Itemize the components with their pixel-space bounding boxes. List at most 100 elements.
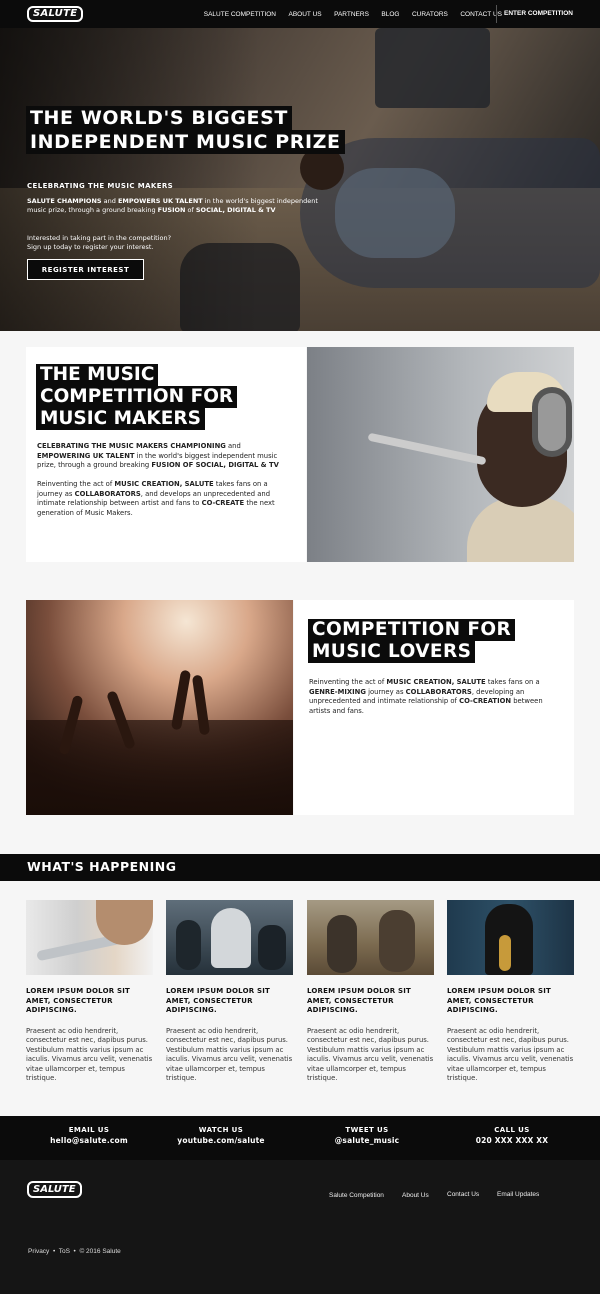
headphones-icon [532,387,572,457]
guitarist-figure [327,915,357,973]
rapper-figure [258,925,286,970]
hero-amp-image [375,28,490,108]
hero-ask: Interested in taking part in the competi… [27,234,227,251]
nav-link-partners[interactable]: PARTNERS [334,11,369,18]
nav-link-blog[interactable]: BLOG [381,11,399,18]
saxophonist-figure [379,910,415,972]
footer-link-contact-us[interactable]: Contact Us [447,1191,479,1198]
makers-p1-bold2: EMPOWERING UK TALENT [37,451,135,460]
hero-ask-line2: Sign up today to register your interest. [27,242,154,251]
lovers-title: COMPETITION FOR MUSIC LOVERS [308,619,516,663]
lovers-title-line2: MUSIC LOVERS [308,641,476,663]
nav-divider [496,5,497,23]
footer-link-email-updates[interactable]: Email Updates [497,1191,539,1198]
hero-ask-line1: Interested in taking part in the competi… [27,234,172,242]
article-title[interactable]: LOREM IPSUM DOLOR SIT AMET, CONSECTETUR … [166,987,293,1016]
lovers-p-bold3: COLLABORATORS [405,687,472,696]
contact-youtube[interactable]: WATCH US youtube.com/salute [151,1126,291,1145]
article-card[interactable]: LOREM IPSUM DOLOR SIT AMET, CONSECTETUR … [26,900,153,1084]
whats-happening-heading: WHAT'S HAPPENING [27,859,177,874]
makers-card: THE MUSIC COMPETITION FOR MUSIC MAKERS C… [26,347,306,562]
hero-subtitle: CELEBRATING THE MUSIC MAKERS [27,182,174,190]
contact-value[interactable]: hello@salute.com [19,1136,159,1145]
article-title[interactable]: LOREM IPSUM DOLOR SIT AMET, CONSECTETUR … [447,987,574,1016]
hero-overlay [0,28,260,331]
contact-email[interactable]: EMAIL US hello@salute.com [19,1126,159,1145]
hero-body-text1: and [101,197,118,205]
concert-crowd-image [26,600,293,815]
rapper-figure [211,908,251,968]
lovers-p-bold1: MUSIC CREATION, SALUTE [386,678,486,686]
separator: • [52,1248,56,1255]
contact-label: WATCH US [198,1126,244,1134]
nav-link-curators[interactable]: CURATORS [412,11,448,18]
makers-p2-bold3: CO-CREATE [201,499,245,507]
footer-legal: Privacy • ToS • © 2016 Salute [28,1248,121,1255]
hero-body-bold3: FUSION [157,206,186,214]
nav-links: SALUTE COMPETITION ABOUT US PARTNERS BLO… [191,0,502,28]
article-card[interactable]: LOREM IPSUM DOLOR SIT AMET, CONSECTETUR … [166,900,293,1084]
contact-label: EMAIL US [68,1126,110,1134]
contact-value[interactable]: 020 XXX XXX XX [442,1136,582,1145]
hero-title-line1: THE WORLD'S BIGGEST [26,106,292,130]
hero-body: SALUTE CHAMPIONS and EMPOWERS UK TALENT … [27,197,327,215]
makers-title-line1: THE MUSIC [36,364,159,386]
makers-title-line3: MUSIC MAKERS [36,408,205,430]
makers-title-line2: COMPETITION FOR [36,386,238,408]
lovers-p-bold4: CO-CREATION [459,697,512,705]
lovers-title-line1: COMPETITION FOR [308,619,516,641]
hero-shirt-image [335,168,455,258]
article-body: Praesent ac odio hendrerit, consectetur … [166,1026,293,1083]
footer-link-about-us[interactable]: About Us [402,1192,429,1199]
makers-paragraph1: CELEBRATING THE MUSIC MAKERS CHAMPIONING… [37,442,285,471]
tos-link[interactable]: ToS [59,1248,70,1255]
separator: • [73,1248,76,1255]
article-body: Praesent ac odio hendrerit, consectetur … [26,1026,153,1083]
makers-title: THE MUSIC COMPETITION FOR MUSIC MAKERS [36,364,238,430]
makers-paragraph2: Reinventing the act of MUSIC CREATION, S… [37,480,285,518]
article-body: Praesent ac odio hendrerit, consectetur … [447,1026,574,1083]
contact-value[interactable]: youtube.com/salute [151,1136,291,1145]
lovers-p-text2: takes fans on a [485,678,540,686]
nav-link-about-us[interactable]: ABOUT US [289,11,322,18]
article-title[interactable]: LOREM IPSUM DOLOR SIT AMET, CONSECTETUR … [26,987,153,1016]
rappers-image[interactable] [166,900,293,975]
copyright: © 2016 Salute [79,1248,121,1255]
enter-competition-link[interactable]: ENTER COMPETITION [504,0,573,28]
hero-body-text3: of [185,206,196,214]
saxophone-icon [499,935,511,971]
lovers-paragraph: Reinventing the act of MUSIC CREATION, S… [309,678,549,716]
footer: SALUTE Salute Competition About Us Conta… [0,1160,600,1294]
article-card[interactable]: LOREM IPSUM DOLOR SIT AMET, CONSECTETUR … [307,900,434,1084]
contact-bar: EMAIL US hello@salute.com WATCH US youtu… [0,1116,600,1160]
privacy-link[interactable]: Privacy [28,1248,49,1255]
makers-p2-bold1: MUSIC CREATION, SALUTE [114,480,214,488]
contact-label: TWEET US [345,1126,389,1134]
lovers-p-text1: Reinventing the act of [309,678,387,686]
contact-twitter[interactable]: TWEET US @salute_music [297,1126,437,1145]
footer-logo[interactable]: SALUTE [27,1181,82,1198]
article-body: Praesent ac odio hendrerit, consectetur … [307,1026,434,1083]
saxophone-player-image[interactable] [447,900,574,975]
top-nav: SALUTE SALUTE COMPETITION ABOUT US PARTN… [0,0,600,28]
footer-link-salute-competition[interactable]: Salute Competition [329,1192,384,1199]
flute-player-image[interactable] [26,900,153,975]
makers-p1-text1: and [225,442,241,450]
hero-body-bold1: SALUTE CHAMPIONS [27,197,102,205]
makers-p2-text1: Reinventing the act of [37,480,115,488]
microphone-icon [367,432,487,466]
makers-p1-bold3: FUSION OF SOCIAL, DIGITAL & TV [151,461,279,469]
contact-phone[interactable]: CALL US 020 XXX XXX XX [442,1126,582,1145]
contact-value[interactable]: @salute_music [297,1136,437,1145]
salute-logo[interactable]: SALUTE [27,6,84,22]
article-card[interactable]: LOREM IPSUM DOLOR SIT AMET, CONSECTETUR … [447,900,574,1084]
hero-body-bold4: SOCIAL, DIGITAL & TV [195,206,276,214]
band-outdoors-image[interactable] [307,900,434,975]
whats-happening-bar: WHAT'S HAPPENING [0,854,600,881]
hero-title: THE WORLD'S BIGGEST INDEPENDENT MUSIC PR… [26,106,345,154]
singer-with-microphone-image [307,347,574,562]
article-title[interactable]: LOREM IPSUM DOLOR SIT AMET, CONSECTETUR … [307,987,434,1016]
register-interest-button[interactable]: REGISTER INTEREST [27,259,144,280]
nav-link-salute-competition[interactable]: SALUTE COMPETITION [204,11,276,18]
hero-body-bold2: EMPOWERS UK TALENT [117,197,203,205]
